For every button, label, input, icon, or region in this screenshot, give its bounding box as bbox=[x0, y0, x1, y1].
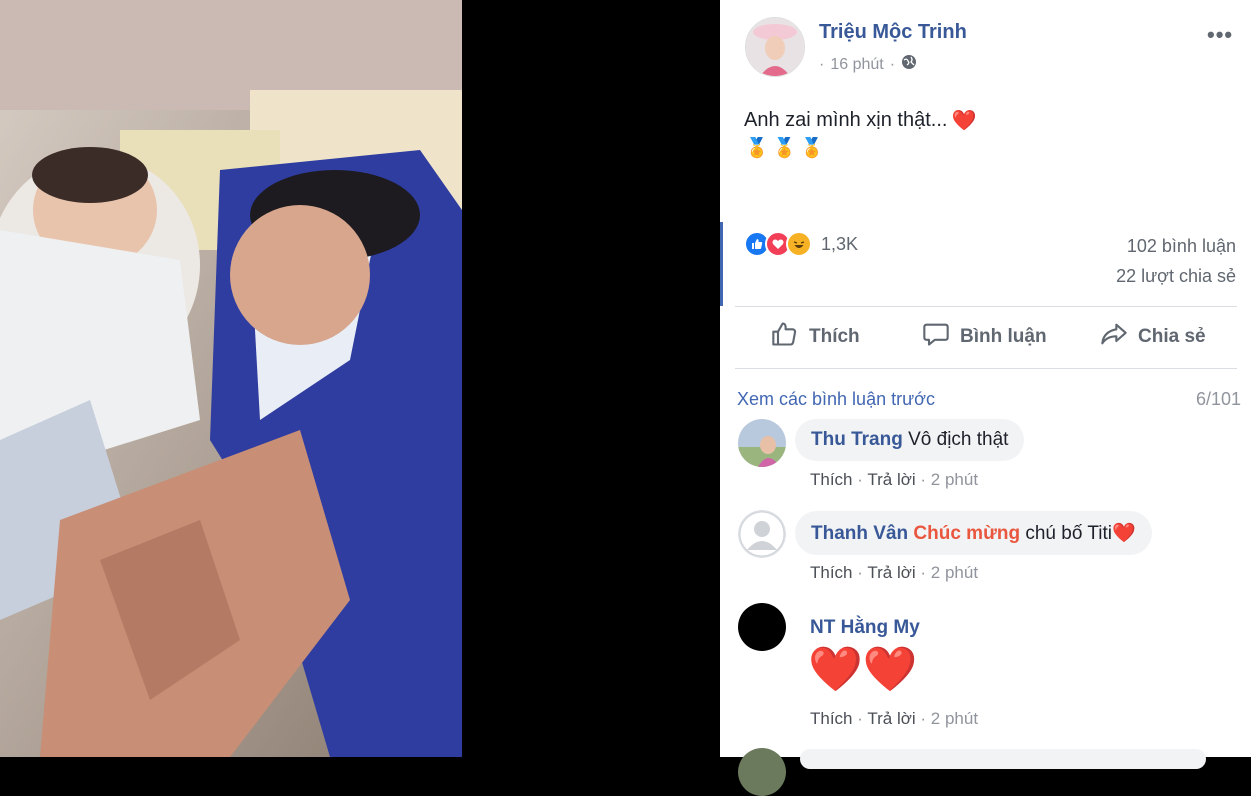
comment-highlight: Chúc mừng bbox=[913, 523, 1021, 544]
separator: · bbox=[857, 563, 863, 582]
separator: · bbox=[920, 563, 927, 582]
post-time[interactable]: 16 phút bbox=[830, 56, 883, 74]
comment-progress-count: 6/101 bbox=[1195, 389, 1241, 409]
comment-time[interactable]: 2 phút bbox=[931, 563, 978, 582]
divider bbox=[735, 368, 1237, 369]
share-button[interactable]: Chia sẻ bbox=[1100, 320, 1206, 354]
commenter-name[interactable]: Thu Trang bbox=[811, 429, 903, 450]
photo-viewer bbox=[0, 0, 720, 757]
comment-text: chú bố Titi bbox=[1025, 523, 1112, 544]
separator: · bbox=[920, 709, 927, 728]
medal-emoji: 🏅 bbox=[800, 138, 825, 159]
medal-emojis: 🏅 🏅 🏅 bbox=[745, 136, 824, 160]
like-label: Thích bbox=[809, 326, 860, 347]
comment-like-link[interactable]: Thích bbox=[810, 563, 853, 582]
comment-reply-link[interactable]: Trả lời bbox=[867, 470, 915, 489]
comment-actions: Thích · Trả lời · 2 phút bbox=[810, 470, 978, 490]
post-text-content: Anh zai mình xịn thật... bbox=[744, 109, 948, 131]
separator: · bbox=[857, 470, 863, 489]
medal-emoji: 🏅 bbox=[745, 138, 769, 159]
divider bbox=[735, 306, 1237, 307]
globe-icon bbox=[901, 54, 917, 75]
commenter-avatar-placeholder[interactable] bbox=[738, 510, 786, 558]
comment-reply-link[interactable]: Trả lời bbox=[867, 563, 915, 582]
view-previous-comments-link[interactable]: Xem các bình luận trước bbox=[737, 389, 935, 410]
commenter-avatar[interactable] bbox=[738, 603, 786, 651]
comment-button[interactable]: Bình luận bbox=[922, 320, 1047, 354]
focus-indicator bbox=[720, 222, 723, 306]
haha-icon bbox=[786, 231, 812, 257]
comment-bubble bbox=[800, 749, 1206, 769]
comment-count[interactable]: 102 bình luận bbox=[1127, 236, 1236, 257]
commenter-avatar[interactable] bbox=[738, 748, 786, 796]
comment-like-link[interactable]: Thích bbox=[810, 709, 853, 728]
more-options-button[interactable]: ••• bbox=[1207, 22, 1233, 48]
comment-bubble: Thu Trang Vô địch thật bbox=[795, 419, 1025, 461]
comment-time[interactable]: 2 phút bbox=[931, 709, 978, 728]
post-text: Anh zai mình xịn thật... ❤️ bbox=[744, 108, 976, 133]
comment-icon bbox=[922, 320, 950, 354]
reaction-summary[interactable]: 1,3K bbox=[744, 231, 858, 257]
reaction-count: 1,3K bbox=[821, 233, 859, 254]
separator: · bbox=[920, 470, 927, 489]
comment-like-link[interactable]: Thích bbox=[810, 470, 853, 489]
commenter-name[interactable]: Thanh Vân bbox=[811, 523, 908, 544]
post-meta: · 16 phút · bbox=[819, 54, 917, 75]
meta-separator: · bbox=[889, 55, 896, 73]
share-label: Chia sẻ bbox=[1138, 326, 1206, 347]
author-avatar[interactable] bbox=[745, 17, 805, 77]
comment-actions: Thích · Trả lời · 2 phút bbox=[810, 709, 978, 729]
heart-emoji: ❤️ bbox=[951, 110, 977, 132]
comment-actions: Thích · Trả lời · 2 phút bbox=[810, 563, 978, 583]
commenter-avatar[interactable] bbox=[738, 419, 786, 467]
medal-emoji: 🏅 bbox=[772, 138, 797, 159]
commenter-name[interactable]: NT Hằng My bbox=[810, 617, 920, 639]
author-name[interactable]: Triệu Mộc Trinh bbox=[819, 21, 967, 44]
post-photo[interactable] bbox=[0, 0, 462, 757]
like-button[interactable]: Thích bbox=[771, 320, 860, 354]
meta-separator: · bbox=[819, 55, 825, 73]
heart-emojis: ❤️❤️ bbox=[808, 645, 918, 694]
thumbs-up-icon bbox=[771, 320, 799, 354]
comment-label: Bình luận bbox=[960, 326, 1047, 347]
comment-time[interactable]: 2 phút bbox=[931, 470, 978, 489]
comment-bubble: Thanh Vân Chúc mừng chú bố Titi❤️ bbox=[795, 511, 1152, 555]
comment-text: Vô địch thật bbox=[908, 429, 1009, 450]
share-icon bbox=[1100, 320, 1128, 354]
heart-emoji: ❤️ bbox=[1111, 523, 1136, 544]
comment-reply-link[interactable]: Trả lời bbox=[867, 709, 915, 728]
separator: · bbox=[857, 709, 863, 728]
share-count[interactable]: 22 lượt chia sẻ bbox=[1116, 266, 1236, 287]
